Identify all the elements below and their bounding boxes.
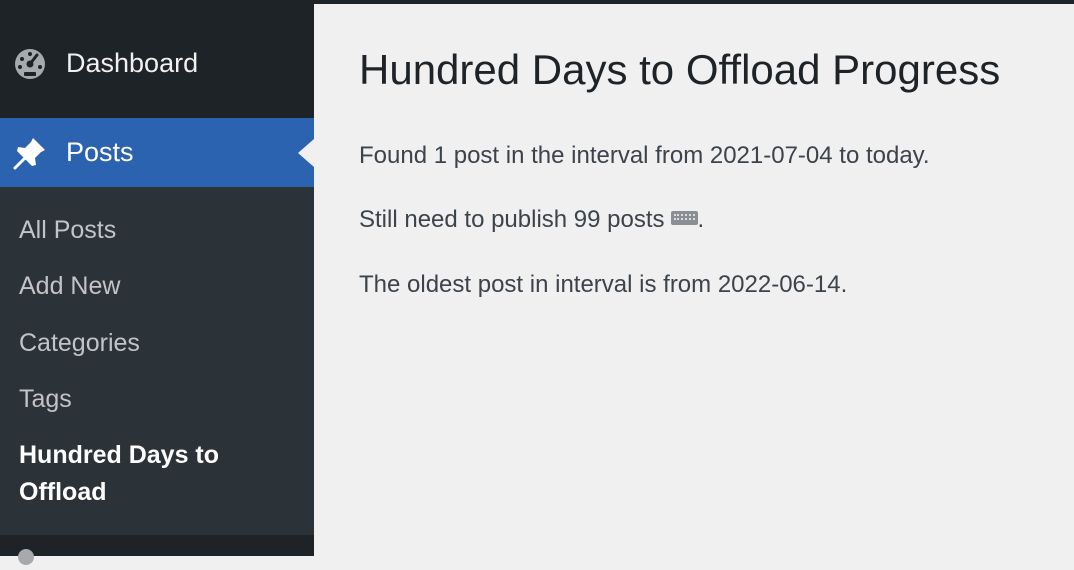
media-icon[interactable]: [14, 545, 44, 565]
remaining-posts-suffix: .: [697, 206, 705, 233]
menu-item-dashboard[interactable]: Dashboard: [0, 28, 314, 98]
menu-item-label: Dashboard: [66, 47, 199, 78]
pin-icon: [12, 135, 48, 171]
posts-submenu: All Posts Add New Categories Tags Hundre…: [0, 187, 314, 535]
submenu-item-tags[interactable]: Tags: [19, 381, 72, 417]
submenu-item-add-new[interactable]: Add New: [19, 268, 120, 304]
oldest-post-text: The oldest post in interval is from 2022…: [359, 271, 848, 298]
submenu-item-hundred-days-to-offload[interactable]: Hundred Days to Offload: [19, 437, 289, 511]
submenu-item-categories[interactable]: Categories: [19, 325, 140, 361]
found-posts-text: Found 1 post in the interval from 2021-0…: [359, 142, 930, 169]
admin-sidebar: Dashboard Posts All Posts Add New Catego…: [0, 0, 314, 565]
current-menu-arrow: [298, 138, 314, 167]
submenu-item-all-posts[interactable]: All Posts: [19, 212, 116, 248]
keyboard-icon: [670, 211, 698, 225]
menu-item-label: Posts: [66, 137, 134, 167]
remaining-posts-text: Still need to publish 99 posts.: [359, 206, 704, 234]
dashboard-gauge-icon: [12, 45, 48, 81]
menu-item-posts[interactable]: Posts: [0, 118, 314, 187]
page-title: Hundred Days to Offload Progress: [359, 46, 1001, 93]
remaining-posts-label: Still need to publish 99 posts: [359, 206, 665, 233]
